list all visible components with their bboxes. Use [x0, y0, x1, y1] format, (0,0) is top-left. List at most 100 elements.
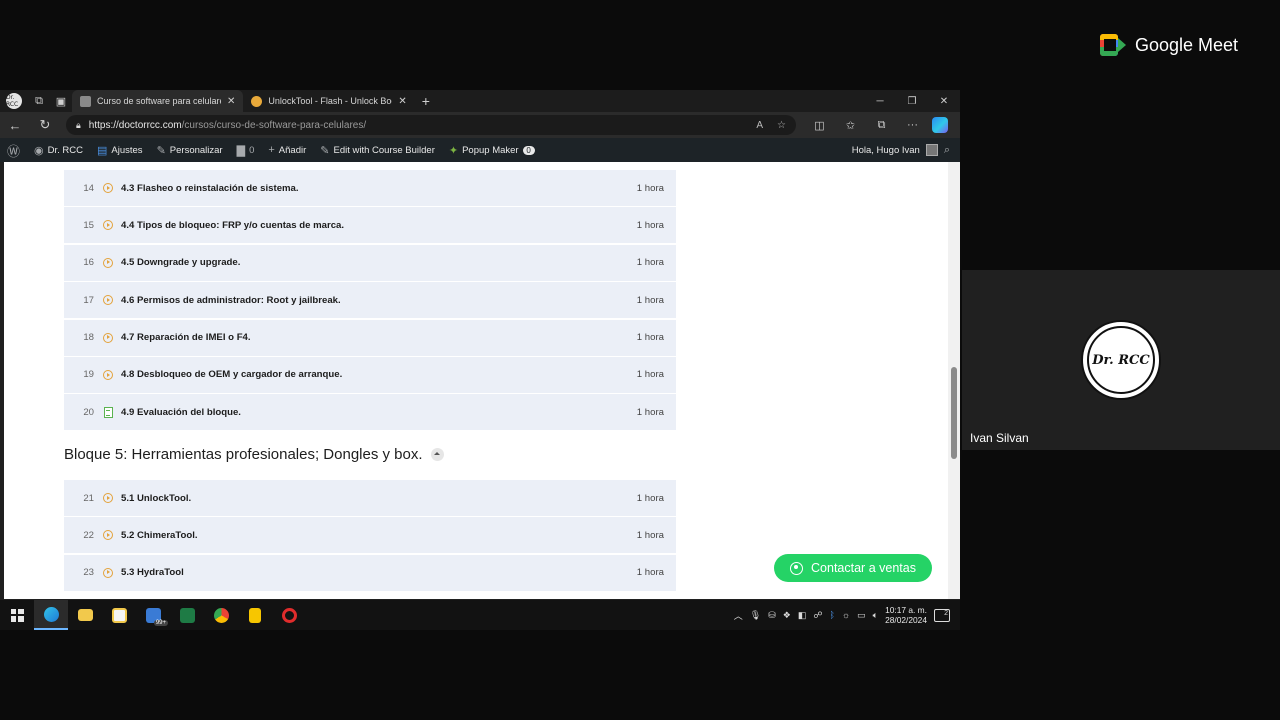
tab-actions-icon[interactable]: ▣: [50, 90, 72, 112]
lesson-icon-wrap: [98, 295, 118, 306]
lesson-row[interactable]: 15 4.4 Tipos de bloqueo: FRP y/o cuentas …: [64, 207, 676, 244]
favorite-star-icon[interactable]: ☆: [777, 120, 786, 131]
lesson-title[interactable]: 5.1 UnlockTool.: [118, 493, 606, 504]
lesson-title[interactable]: 4.9 Evaluación del bloque.: [118, 407, 606, 418]
search-icon[interactable]: ⌕: [944, 144, 950, 157]
back-arrow-icon[interactable]: ←: [0, 118, 30, 133]
wp-edit-course[interactable]: ✎ Edit with Course Builder: [313, 144, 442, 157]
tray-app-icon[interactable]: ❖: [783, 610, 791, 621]
lesson-icon-wrap: [98, 257, 118, 268]
block5-header[interactable]: Bloque 5: Herramientas profesionales; Do…: [64, 446, 444, 463]
lesson-number: 15: [83, 219, 94, 231]
clock[interactable]: 10:17 a. m. 28/02/2024: [885, 605, 927, 625]
split-screen-icon[interactable]: ◫: [804, 119, 835, 132]
lesson-title[interactable]: 4.3 Flasheo o reinstalación de sistema.: [118, 183, 606, 194]
tab-curso[interactable]: Curso de software para celulares ✕: [72, 90, 244, 112]
wp-site-name[interactable]: ◉ Dr. RCC: [27, 144, 90, 157]
lesson-title[interactable]: 4.7 Reparación de IMEI o F4.: [118, 332, 606, 343]
edge-taskbar-icon[interactable]: [34, 600, 68, 630]
meet-camera-icon: [1100, 34, 1126, 56]
lesson-duration: 1 hora: [636, 529, 664, 541]
mail-icon[interactable]: 99+: [136, 600, 170, 630]
bluetooth-icon[interactable]: ᛒ: [830, 610, 835, 620]
tray-app-icon[interactable]: ⛁: [768, 610, 776, 621]
collapse-caret-icon[interactable]: [430, 448, 444, 461]
scroll-thumb[interactable]: [951, 367, 957, 459]
store-icon[interactable]: [102, 600, 136, 630]
tray-app-icon[interactable]: ◧: [798, 610, 807, 621]
close-icon[interactable]: ✕: [398, 96, 406, 107]
lesson-row[interactable]: 21 5.1 UnlockTool. 1 hora: [64, 480, 676, 516]
wp-popup-maker[interactable]: ✦ Popup Maker 0: [442, 144, 542, 157]
lesson-number: 16: [83, 257, 94, 269]
copilot-icon[interactable]: [932, 117, 948, 133]
read-aloud-icon[interactable]: A: [756, 120, 763, 131]
whatsapp-contact-button[interactable]: Contactar a ventas: [774, 554, 932, 582]
tab-unlocktool[interactable]: UnlockTool - Flash - Unlock Boot ✕: [243, 90, 414, 112]
lesson-row[interactable]: 23 5.3 HydraTool 1 hora: [64, 554, 676, 591]
collections-icon[interactable]: ⧉: [866, 119, 897, 132]
chevron-up-icon[interactable]: ︿: [734, 609, 743, 622]
restore-icon[interactable]: ❐: [896, 96, 928, 107]
wordpress-logo-icon[interactable]: Ⓦ: [0, 141, 27, 160]
lesson-title[interactable]: 4.8 Desbloqueo de OEM y cargador de arra…: [118, 369, 606, 380]
favorites-icon[interactable]: ✩: [835, 119, 866, 132]
close-icon[interactable]: ✕: [227, 96, 235, 107]
minimize-icon[interactable]: ─: [864, 96, 896, 107]
lesson-title[interactable]: 5.3 HydraTool: [118, 567, 606, 578]
page-scrollbar[interactable]: [948, 162, 960, 599]
address-bar[interactable]: 🔒︎ https://doctorrcc.com/cursos/curso-de…: [66, 115, 796, 135]
more-icon[interactable]: ···: [897, 119, 928, 132]
close-window-icon[interactable]: ✕: [928, 96, 960, 107]
network-icon[interactable]: ▭: [857, 610, 866, 621]
lesson-row[interactable]: 19 4.8 Desbloqueo de OEM y cargador de ar…: [64, 356, 676, 393]
chrome-icon[interactable]: [204, 600, 238, 630]
lesson-icon-wrap: [98, 220, 118, 231]
lesson-number: 20: [83, 406, 94, 418]
tab-favicon: [80, 95, 91, 107]
lesson-number: 22: [83, 529, 94, 541]
wp-comments[interactable]: ▇ 0: [230, 144, 262, 157]
excel-icon[interactable]: [170, 600, 204, 630]
lesson-title[interactable]: 5.2 ChimeraTool.: [118, 530, 606, 541]
lesson-duration: 1 hora: [636, 294, 664, 306]
lesson-row[interactable]: 14 4.3 Flasheo o reinstalación de sistema…: [64, 170, 676, 206]
volume-icon[interactable]: 🔈︎: [873, 610, 878, 621]
new-tab-icon[interactable]: +: [415, 90, 437, 112]
lesson-row[interactable]: 18 4.7 Reparación de IMEI o F4. 1 hora: [64, 319, 676, 356]
participant-avatar: Dr. RCC: [1081, 320, 1161, 400]
tray-app-icon[interactable]: ☍: [813, 610, 822, 621]
wp-greeting: Hola, Hugo Ivan: [851, 144, 920, 156]
lesson-list-block5: 21 5.1 UnlockTool. 1 hora 22 5.2 ChimeraTool…: [64, 480, 676, 592]
notes-icon[interactable]: [238, 600, 272, 630]
wp-account[interactable]: Hola, Hugo Ivan ⌕: [852, 144, 960, 157]
lesson-title[interactable]: 4.5 Downgrade y upgrade.: [118, 257, 606, 268]
wp-personalizar[interactable]: ✎ Personalizar: [150, 144, 230, 157]
workspaces-icon[interactable]: ⧉: [28, 90, 50, 112]
lesson-title[interactable]: 4.6 Permisos de administrador: Root y ja…: [118, 295, 606, 306]
lesson-icon-wrap: [98, 567, 118, 578]
tray-app-icon[interactable]: ☼: [842, 610, 850, 620]
lesson-row[interactable]: 17 4.6 Permisos de administrador: Root y …: [64, 282, 676, 319]
profile-avatar[interactable]: Dr. RCC: [6, 93, 22, 109]
whatsapp-icon: [790, 561, 804, 575]
lesson-row[interactable]: 22 5.2 ChimeraTool. 1 hora: [64, 517, 676, 554]
start-button[interactable]: [0, 600, 34, 630]
wp-anadir[interactable]: + Añadir: [261, 144, 313, 156]
opera-icon[interactable]: [272, 600, 306, 630]
lesson-title[interactable]: 4.4 Tipos de bloqueo: FRP y/o cuentas de…: [118, 220, 606, 231]
lesson-row[interactable]: 16 4.5 Downgrade y upgrade. 1 hora: [64, 244, 676, 281]
file-explorer-icon[interactable]: [68, 600, 102, 630]
microphone-icon[interactable]: 🎙︎: [750, 610, 761, 621]
browser-nav-bar: ← ↻ 🔒︎ https://doctorrcc.com/cursos/curs…: [0, 112, 960, 138]
mail-badge: 99+: [153, 620, 168, 626]
participant-tile[interactable]: Dr. RCC Ivan Silvan: [962, 270, 1280, 450]
settings-icon: ▤: [97, 144, 108, 157]
refresh-icon[interactable]: ↻: [30, 117, 60, 133]
tab-favicon: [251, 95, 263, 107]
participant-name: Ivan Silvan: [970, 431, 1029, 445]
lesson-row[interactable]: 20 4.9 Evaluación del bloque. 1 hora: [64, 394, 676, 431]
wp-ajustes[interactable]: ▤ Ajustes: [90, 144, 150, 157]
browser-tab-bar: Dr. RCC ⧉ ▣ Curso de software para celul…: [0, 90, 960, 112]
notification-icon[interactable]: 2: [934, 608, 950, 622]
